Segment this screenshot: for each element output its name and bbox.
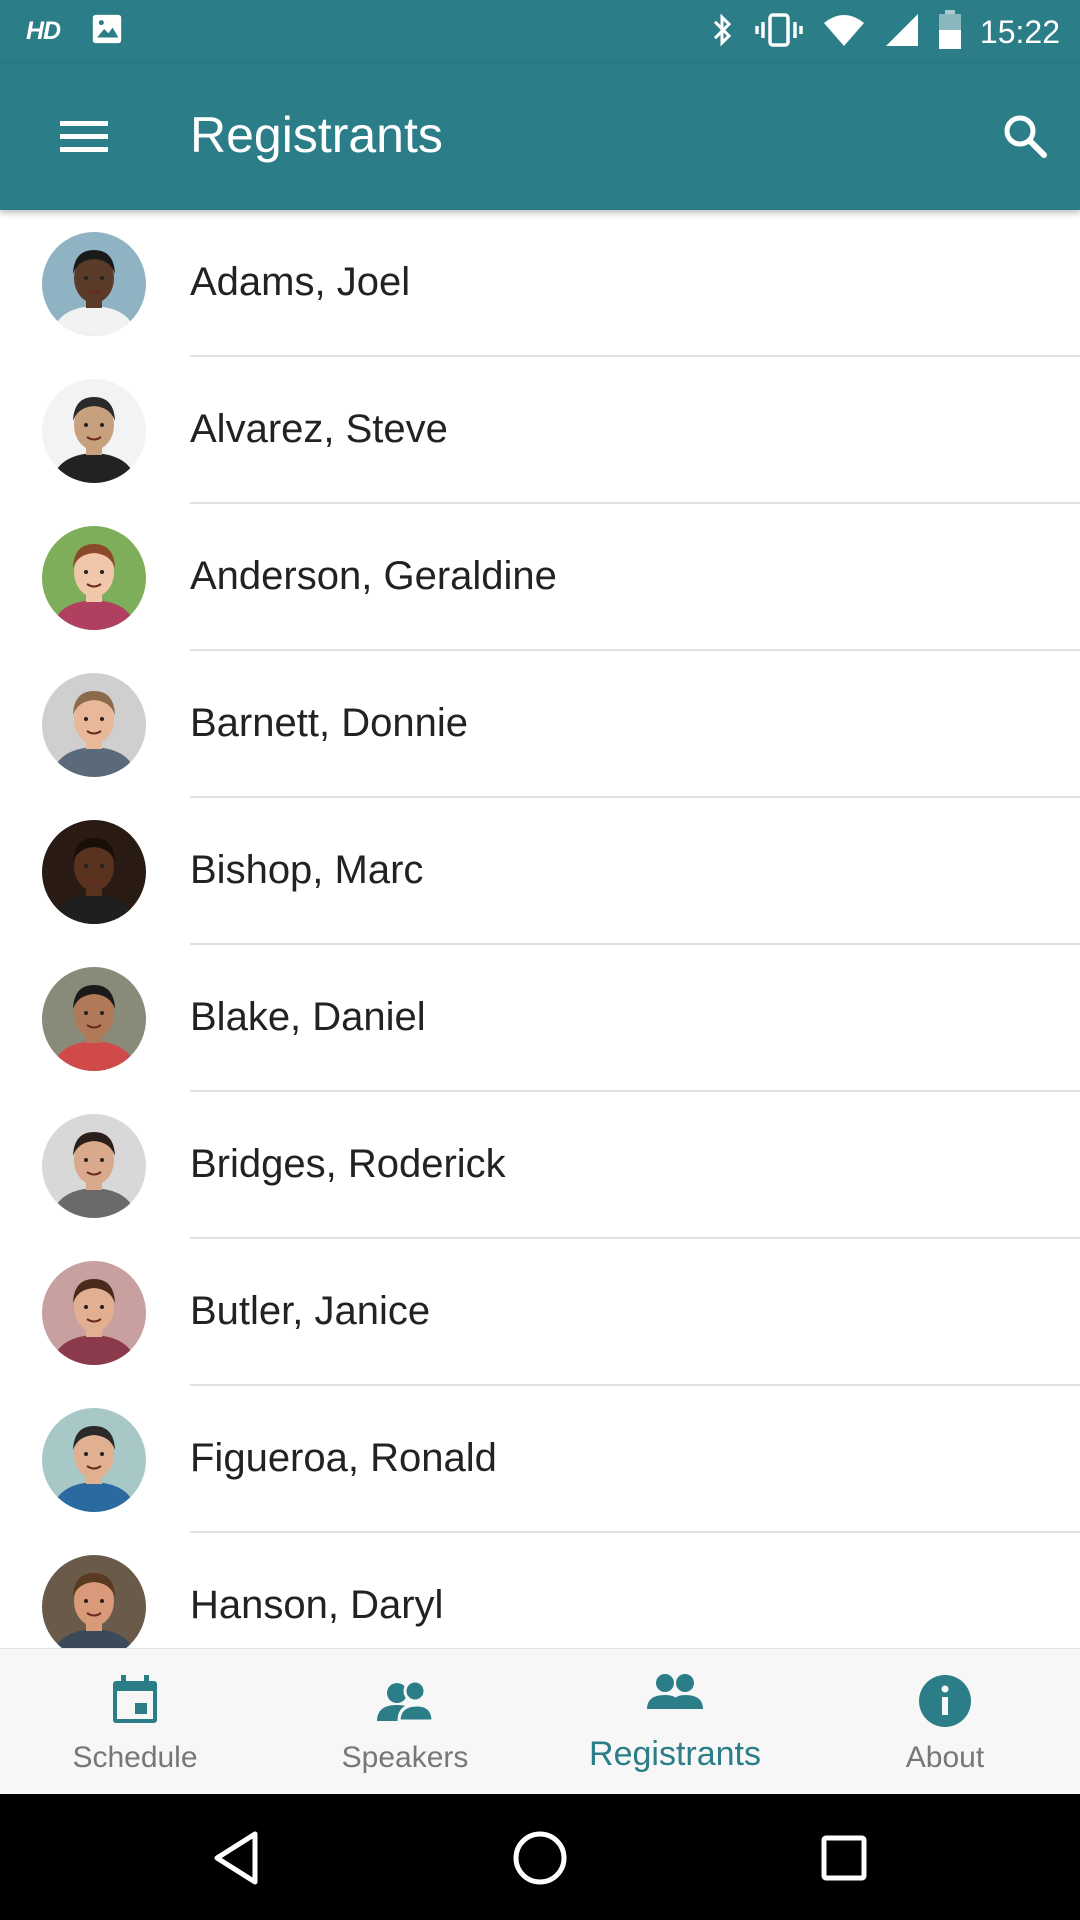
info-icon: [919, 1675, 971, 1727]
registrant-row[interactable]: Bridges, Roderick: [0, 1092, 1080, 1239]
registrant-name: Anderson, Geraldine: [190, 554, 557, 598]
avatar: [42, 1114, 146, 1218]
hd-indicator: HD: [26, 17, 61, 45]
registrant-row[interactable]: Adams, Joel: [0, 210, 1080, 357]
back-triangle-icon: [214, 1831, 258, 1885]
avatar: [42, 379, 146, 483]
nav-registrants[interactable]: Registrants: [540, 1649, 810, 1795]
menu-button[interactable]: [44, 101, 124, 171]
registrant-name: Adams, Joel: [190, 260, 411, 304]
registrant-name: Alvarez, Steve: [190, 407, 448, 451]
page-title: Registrants: [190, 107, 443, 163]
registrant-row[interactable]: Figueroa, Ronald: [0, 1386, 1080, 1533]
avatar: [42, 673, 146, 777]
calendar-icon: [113, 1675, 157, 1723]
clock: 15:22: [979, 14, 1060, 50]
avatar: [42, 820, 146, 924]
nav-schedule[interactable]: Schedule: [0, 1649, 270, 1795]
hamburger-menu-icon: [60, 121, 108, 152]
recents-button[interactable]: [812, 1826, 876, 1890]
registrant-name: Bridges, Roderick: [190, 1142, 506, 1186]
system-navigation-bar: [0, 1794, 1080, 1920]
wifi-icon: [822, 13, 866, 52]
registrant-name: Hanson, Daryl: [190, 1583, 444, 1627]
registrant-row[interactable]: Butler, Janice: [0, 1239, 1080, 1386]
avatar: [42, 1408, 146, 1512]
nav-speakers-label: Speakers: [341, 1741, 469, 1774]
avatar: [42, 967, 146, 1071]
registrant-name: Figueroa, Ronald: [190, 1436, 497, 1480]
avatar: [42, 1261, 146, 1365]
image-icon: [90, 12, 124, 51]
home-circle-icon: [513, 1831, 567, 1885]
registrant-row[interactable]: Blake, Daniel: [0, 945, 1080, 1092]
registrant-name: Bishop, Marc: [190, 848, 424, 892]
bluetooth-icon: [708, 11, 736, 54]
registrant-name: Blake, Daniel: [190, 995, 426, 1039]
registrant-list[interactable]: Adams, Joel Alvarez, Steve Anderson, Geral…: [0, 210, 1080, 1648]
registrant-row[interactable]: Hanson, Daryl: [0, 1533, 1080, 1648]
registrant-name: Barnett, Donnie: [190, 701, 468, 745]
recents-square-icon: [821, 1835, 867, 1881]
registrant-row[interactable]: Anderson, Geraldine: [0, 504, 1080, 651]
vibrate-icon: [754, 11, 804, 54]
registrant-name: Butler, Janice: [190, 1289, 431, 1333]
people-icon: [647, 1674, 703, 1709]
nav-schedule-label: Schedule: [72, 1741, 198, 1774]
nav-speakers[interactable]: Speakers: [270, 1649, 540, 1795]
status-bar: HD 15:22: [0, 0, 1080, 63]
nav-about-label: About: [905, 1741, 985, 1774]
app-bar: Registrants: [0, 63, 1080, 210]
registrant-row[interactable]: Alvarez, Steve: [0, 357, 1080, 504]
registrant-row[interactable]: Bishop, Marc: [0, 798, 1080, 945]
search-button[interactable]: [990, 101, 1060, 171]
avatar: [42, 1555, 146, 1648]
speakers-icon: [377, 1679, 435, 1723]
home-button[interactable]: [508, 1826, 572, 1890]
avatar: [42, 232, 146, 336]
signal-icon: [884, 12, 920, 53]
nav-registrants-label: Registrants: [589, 1735, 761, 1773]
avatar: [42, 526, 146, 630]
registrant-row[interactable]: Barnett, Donnie: [0, 651, 1080, 798]
bottom-navigation: Schedule Speakers Registrants About: [0, 1648, 1080, 1795]
battery-icon: [938, 10, 962, 55]
nav-about[interactable]: About: [810, 1649, 1080, 1795]
back-button[interactable]: [205, 1826, 269, 1890]
search-icon: [1004, 115, 1047, 158]
